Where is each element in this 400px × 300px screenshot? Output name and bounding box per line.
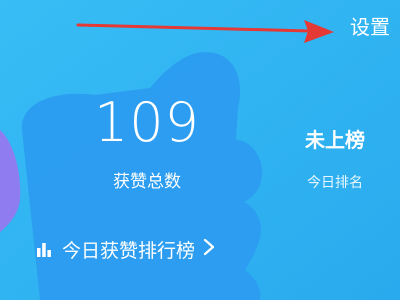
today-likes-leaderboard-link[interactable]: 今日获赞排行榜 xyxy=(36,234,215,264)
today-rank-value: 未上榜 xyxy=(305,128,365,152)
leaderboard-label: 今日获赞排行榜 xyxy=(62,239,196,262)
chevron-right-icon xyxy=(203,238,215,261)
bar-chart-icon xyxy=(36,241,52,257)
likes-total-value: 109 xyxy=(93,91,201,154)
settings-button[interactable]: 设置 xyxy=(350,14,390,40)
likes-total-label: 获赞总数 xyxy=(113,172,181,192)
today-rank-label: 今日排名 xyxy=(307,175,363,191)
likes-card: 设置 109 获赞总数 未上榜 今日排名 今日获赞排行榜 xyxy=(0,0,400,300)
